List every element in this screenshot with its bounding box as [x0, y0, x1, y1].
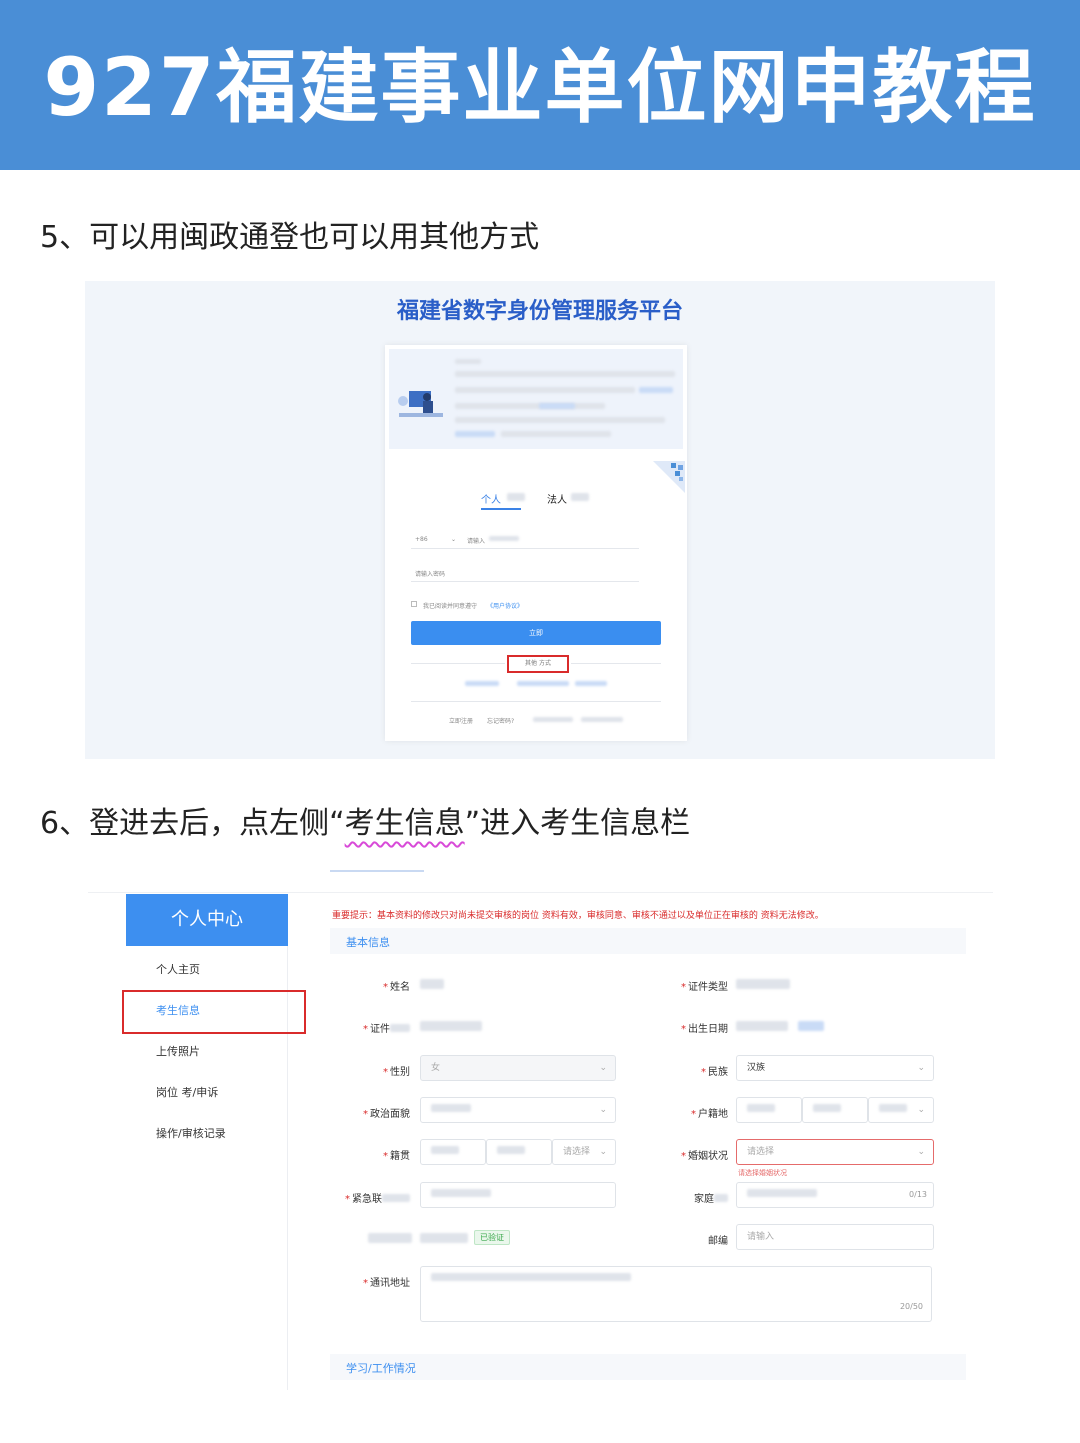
- verified-badge: 已验证: [474, 1230, 510, 1245]
- sidebar: 个人中心 个人主页 考生信息 上传照片 岗位 考/申诉 操作/审核记录: [126, 894, 288, 1390]
- top-divider: [88, 892, 993, 893]
- chevron-down-icon: ⌄: [917, 1063, 925, 1073]
- agree-checkbox[interactable]: [411, 601, 417, 607]
- candidate-info-highlight-box: [122, 990, 306, 1034]
- step6-highlight: 考生信息: [344, 806, 465, 841]
- political-status-label: * 政治面貌: [363, 1109, 410, 1120]
- chevron-down-icon: ⌄: [599, 1063, 607, 1073]
- gender-label: * 性别: [383, 1067, 410, 1078]
- agree-text: 我已阅读并同意遵守: [423, 603, 478, 610]
- study-work-title: 学习/工作情况: [346, 1362, 416, 1375]
- banner-title: 927福建事业单位网申教程: [43, 41, 1037, 134]
- other-login-methods-button[interactable]: 其他 方式: [507, 655, 569, 673]
- id-number-label: * 证件: [358, 1020, 410, 1035]
- native-place-label: * 籍贯: [383, 1151, 410, 1162]
- hukou-label: * 户籍地: [691, 1109, 728, 1120]
- title-banner: 927福建事业单位网申教程: [0, 0, 1080, 170]
- sidebar-item-home[interactable]: 个人主页: [156, 961, 200, 977]
- top-accent-line: [330, 870, 424, 872]
- hukou-district-select[interactable]: ⌄: [868, 1097, 934, 1123]
- tab-personal-login[interactable]: 个人: [481, 491, 501, 506]
- sidebar-header: 个人中心: [126, 894, 288, 946]
- address-counter: 20/50: [899, 1302, 923, 1311]
- chevron-down-icon: ⌄: [451, 536, 457, 543]
- sidebar-item-appeal[interactable]: 岗位 考/申诉: [156, 1084, 218, 1100]
- home-phone-label: 家庭: [678, 1190, 728, 1205]
- emergency-contact-input[interactable]: [420, 1182, 616, 1208]
- chevron-down-icon: ⌄: [917, 1105, 925, 1115]
- chevron-down-icon: ⌄: [599, 1105, 607, 1115]
- phone-field-underline: [411, 548, 639, 549]
- chevron-down-icon: ⌄: [917, 1147, 925, 1157]
- password-field-underline: [411, 581, 639, 582]
- gender-select[interactable]: 女 ⌄: [420, 1055, 616, 1081]
- chevron-down-icon: ⌄: [599, 1147, 607, 1157]
- active-tab-indicator: [481, 508, 521, 510]
- id-type-label: * 证件类型: [681, 982, 728, 993]
- native-province-select[interactable]: [420, 1139, 486, 1165]
- sidebar-item-upload-photo[interactable]: 上传照片: [156, 1043, 200, 1059]
- step6-caption: 6、登进去后，点左侧“考生信息”进入考生信息栏: [40, 804, 690, 844]
- qr-code-icon[interactable]: [653, 461, 685, 493]
- home-phone-input[interactable]: 0/13: [736, 1182, 934, 1208]
- sidebar-item-records[interactable]: 操作/审核记录: [156, 1125, 226, 1141]
- native-city-select[interactable]: [486, 1139, 552, 1165]
- basic-info-title: 基本信息: [346, 936, 390, 949]
- postcode-input[interactable]: 请输入: [736, 1224, 934, 1250]
- forgot-password-link[interactable]: 忘记密码?: [487, 716, 514, 725]
- step5-caption: 5、可以用闽政通登也可以用其他方式: [40, 220, 540, 255]
- address-label: * 通讯地址: [363, 1278, 410, 1289]
- marital-status-label: * 婚姻状况: [681, 1151, 728, 1162]
- hukou-province-select[interactable]: [736, 1097, 802, 1123]
- step6-prefix: 6、登进去后，点左侧“: [40, 806, 345, 841]
- home-phone-counter: 0/13: [909, 1190, 927, 1199]
- login-button-label: 立即: [529, 629, 543, 637]
- basic-info-section-bar: [330, 928, 966, 954]
- footer-divider: [411, 701, 661, 702]
- hukou-city-select[interactable]: [802, 1097, 868, 1123]
- birth-date-label: * 出生日期: [681, 1024, 728, 1035]
- political-status-select[interactable]: ⌄: [420, 1097, 616, 1123]
- study-work-section-bar: [330, 1354, 966, 1380]
- register-link[interactable]: 立即注册: [449, 716, 473, 725]
- address-textarea[interactable]: 20/50: [420, 1266, 932, 1322]
- login-card-header: [389, 349, 683, 449]
- marital-status-select[interactable]: 请选择 ⌄: [736, 1139, 934, 1165]
- illustration-icon: [398, 391, 443, 417]
- phone-input[interactable]: 请输入: [467, 536, 485, 545]
- native-district-select[interactable]: 请选择 ⌄: [552, 1139, 616, 1165]
- emergency-contact-label: * 紧急联: [328, 1190, 410, 1205]
- tab-legal-login[interactable]: 法人: [547, 491, 567, 506]
- step6-suffix: ”进入考生信息栏: [464, 806, 691, 841]
- divider-right: [571, 663, 661, 664]
- user-agreement-link[interactable]: 《用户协议》: [487, 601, 523, 610]
- postcode-label: 邮编: [708, 1236, 728, 1247]
- platform-title: 福建省数字身份管理服务平台: [396, 299, 683, 324]
- name-label: * 姓名: [383, 982, 410, 993]
- marital-status-error: 请选择婚姻状况: [738, 1169, 787, 1177]
- phone-prefix-select[interactable]: +86: [415, 536, 428, 543]
- login-screenshot: 福建省数字身份管理服务平台 个人 法人 +86 ⌄ 请输入 请输入密码 我已阅读…: [85, 281, 995, 759]
- ethnic-label: * 民族: [701, 1067, 728, 1078]
- login-card: 个人 法人 +86 ⌄ 请输入 请输入密码 我已阅读并同意遵守 《用户协议》 立…: [385, 345, 687, 741]
- ethnic-select[interactable]: 汉族 ⌄: [736, 1055, 934, 1081]
- password-input[interactable]: 请输入密码: [415, 569, 445, 578]
- profile-screenshot: 个人中心 个人主页 考生信息 上传照片 岗位 考/申诉 操作/审核记录 重要提示…: [88, 868, 993, 1390]
- divider-left: [411, 663, 505, 664]
- important-notice: 重要提示：基本资料的修改只对尚未提交审核的岗位 资料有效，审核同意、审核不通过以…: [332, 911, 824, 921]
- login-button[interactable]: 立即: [411, 621, 661, 645]
